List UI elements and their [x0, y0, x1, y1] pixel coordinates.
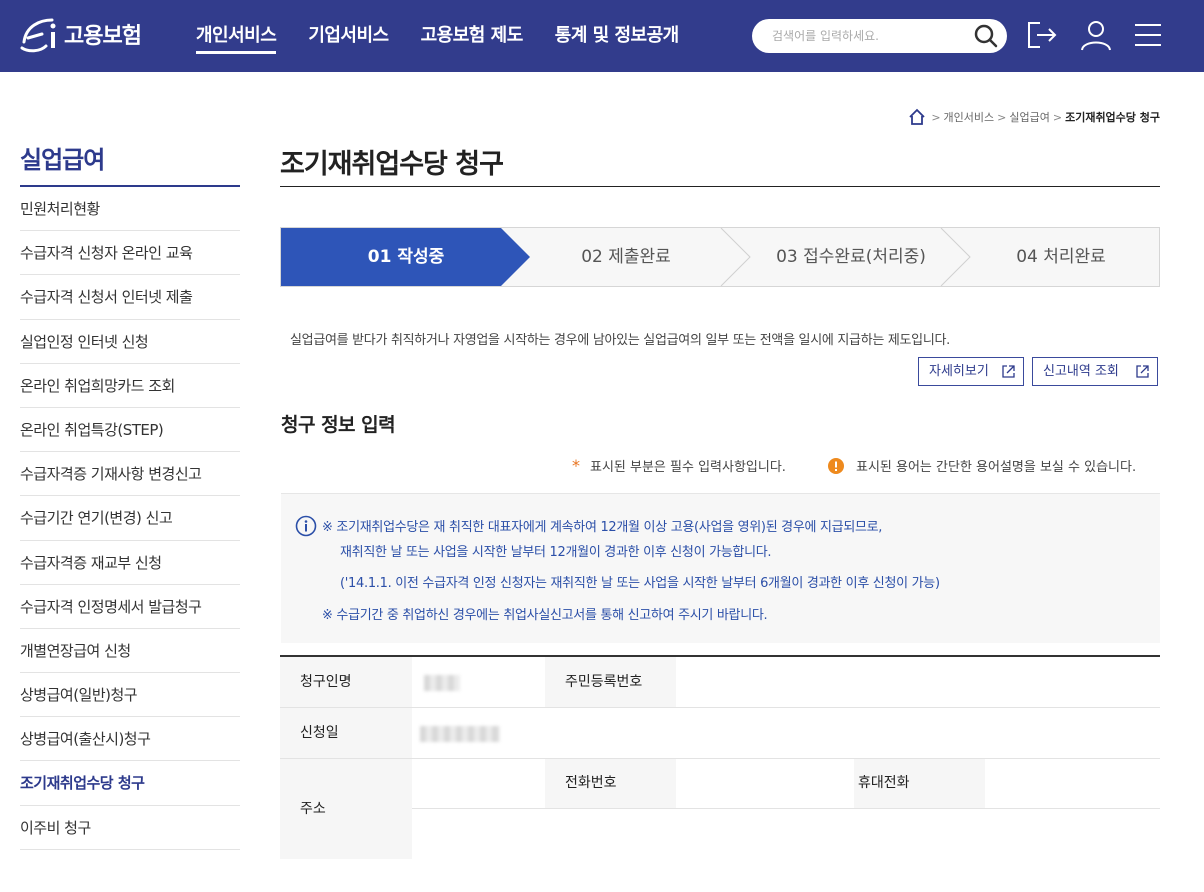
sidebar-item[interactable]: 수급자격 신청자 온라인 교육: [20, 231, 240, 275]
legend-term: 표시된 용어는 간단한 용어설명을 보실 수 있습니다.: [828, 456, 1136, 475]
notice-line: ※ 조기재취업수당은 재 취직한 대표자에게 계속하여 12개월 이상 고용(사…: [322, 516, 882, 535]
sidebar-item[interactable]: 상병급여(출산시)청구: [20, 717, 240, 761]
breadcrumb-item[interactable]: 실업급여: [1009, 109, 1049, 125]
page-title: 조기재취업수당 청구: [280, 142, 503, 181]
external-link-icon: [1001, 364, 1016, 379]
main-nav: 개인서비스 기업서비스 고용보험 제도 통계 및 정보공개: [196, 0, 711, 72]
form-top-border: [280, 655, 1160, 657]
detail-button-label: 자세히보기: [929, 364, 989, 379]
sidebar-item[interactable]: 온라인 취업희망카드 조회: [20, 364, 240, 408]
detail-button[interactable]: 자세히보기: [918, 357, 1024, 386]
breadcrumb-separator: >: [1053, 111, 1062, 124]
sidebar-title: 실업급여: [20, 140, 240, 187]
step-1: 01 작성중: [281, 228, 531, 286]
sidebar-item[interactable]: 수급자격증 기재사항 변경신고: [20, 452, 240, 496]
history-button-label: 신고내역 조회: [1043, 364, 1119, 379]
breadcrumb-separator: >: [931, 111, 940, 124]
legend-required: * 표시된 부분은 필수 입력사항입니다.: [572, 456, 786, 475]
breadcrumb-item[interactable]: 개인서비스: [944, 109, 995, 125]
breadcrumb: > 개인서비스 > 실업급여 > 조기재취업수당 청구: [908, 108, 1160, 126]
sidebar-item[interactable]: 개별연장급여 신청: [20, 629, 240, 673]
step-3: 03 접수완료(처리중): [731, 228, 971, 286]
section-title: 청구 정보 입력: [281, 410, 395, 437]
sidebar: 실업급여 민원처리현황 수급자격 신청자 온라인 교육 수급자격 신청서 인터넷…: [20, 140, 240, 850]
nav-business-services[interactable]: 기업서비스: [308, 0, 388, 72]
required-mark: *: [572, 456, 580, 475]
home-icon[interactable]: [908, 108, 926, 126]
notice-line: 재취직한 날 또는 사업을 시작한 날부터 12개월이 경과한 이후 신청이 가…: [340, 541, 771, 560]
row-divider: [280, 758, 1160, 759]
rrn-label: 주민등록번호: [545, 657, 676, 707]
notice-line: ※ 수급기간 중 취업하신 경우에는 취업사실신고서를 통해 신고하여 주시기 …: [322, 604, 767, 623]
logout-icon[interactable]: [1024, 17, 1060, 53]
apply-date-label: 신청일: [280, 708, 412, 758]
sidebar-item-active[interactable]: 조기재취업수당 청구: [20, 761, 240, 805]
sidebar-item[interactable]: 온라인 취업특강(STEP): [20, 408, 240, 452]
search-box: [752, 19, 1007, 53]
title-divider: [280, 186, 1160, 187]
legend-required-text: 표시된 부분은 필수 입력사항입니다.: [590, 456, 786, 475]
nav-insurance-system[interactable]: 고용보험 제도: [421, 0, 523, 72]
legend-term-text: 표시된 용어는 간단한 용어설명을 보실 수 있습니다.: [856, 456, 1136, 475]
progress-steps: 01 작성중 02 제출완료 03 접수완료(처리중) 04 처리완료: [280, 227, 1160, 287]
mobile-label: 휴대전화: [854, 759, 985, 808]
notice-line: ('14.1.1. 이전 수급자격 인정 신청자는 재취직한 날 또는 사업을 …: [340, 572, 940, 591]
sidebar-item[interactable]: 수급기간 연기(변경) 신고: [20, 496, 240, 540]
user-icon[interactable]: [1078, 17, 1114, 53]
term-info-icon: [828, 458, 844, 474]
step-2: 02 제출완료: [511, 228, 741, 286]
page-description: 실업급여를 받다가 취직하거나 자영업을 시작하는 경우에 남아있는 실업급여의…: [290, 329, 950, 348]
breadcrumb-current: 조기재취업수당 청구: [1065, 109, 1160, 125]
sidebar-item[interactable]: 민원처리현황: [20, 187, 240, 231]
nav-personal-services[interactable]: 개인서비스: [196, 0, 276, 72]
claimant-label: 청구인명: [280, 657, 412, 707]
info-icon: [295, 515, 317, 537]
sidebar-item[interactable]: 상병급여(일반)청구: [20, 673, 240, 717]
sidebar-item[interactable]: 수급자격증 재교부 신청: [20, 541, 240, 585]
top-header: 고용보험 개인서비스 기업서비스 고용보험 제도 통계 및 정보공개: [0, 0, 1204, 72]
row-divider: [412, 808, 1160, 809]
apply-date-value-masked: [420, 726, 500, 742]
external-link-icon: [1135, 364, 1150, 379]
search-icon[interactable]: [973, 23, 999, 49]
sidebar-item[interactable]: 이주비 청구: [20, 806, 240, 850]
menu-icon[interactable]: [1130, 17, 1166, 53]
history-button[interactable]: 신고내역 조회: [1032, 357, 1158, 386]
search-input[interactable]: [772, 19, 962, 53]
breadcrumb-separator: >: [997, 111, 1006, 124]
sidebar-item[interactable]: 수급자격 신청서 인터넷 제출: [20, 275, 240, 319]
sidebar-item[interactable]: 실업인정 인터넷 신청: [20, 320, 240, 364]
row-divider: [280, 707, 1160, 708]
claimant-value-masked: [424, 675, 460, 691]
address-label: 주소: [280, 759, 412, 859]
sidebar-item[interactable]: 수급자격 인정명세서 발급청구: [20, 585, 240, 629]
nav-statistics[interactable]: 통계 및 정보공개: [555, 0, 679, 72]
notice-box: ※ 조기재취업수당은 재 취직한 대표자에게 계속하여 12개월 이상 고용(사…: [281, 493, 1160, 643]
site-logo[interactable]: 고용보험: [18, 12, 141, 56]
phone-label: 전화번호: [545, 759, 676, 808]
logo-text: 고용보험: [64, 18, 141, 50]
step-4: 04 처리완료: [961, 228, 1161, 286]
logo-icon: [18, 12, 62, 56]
